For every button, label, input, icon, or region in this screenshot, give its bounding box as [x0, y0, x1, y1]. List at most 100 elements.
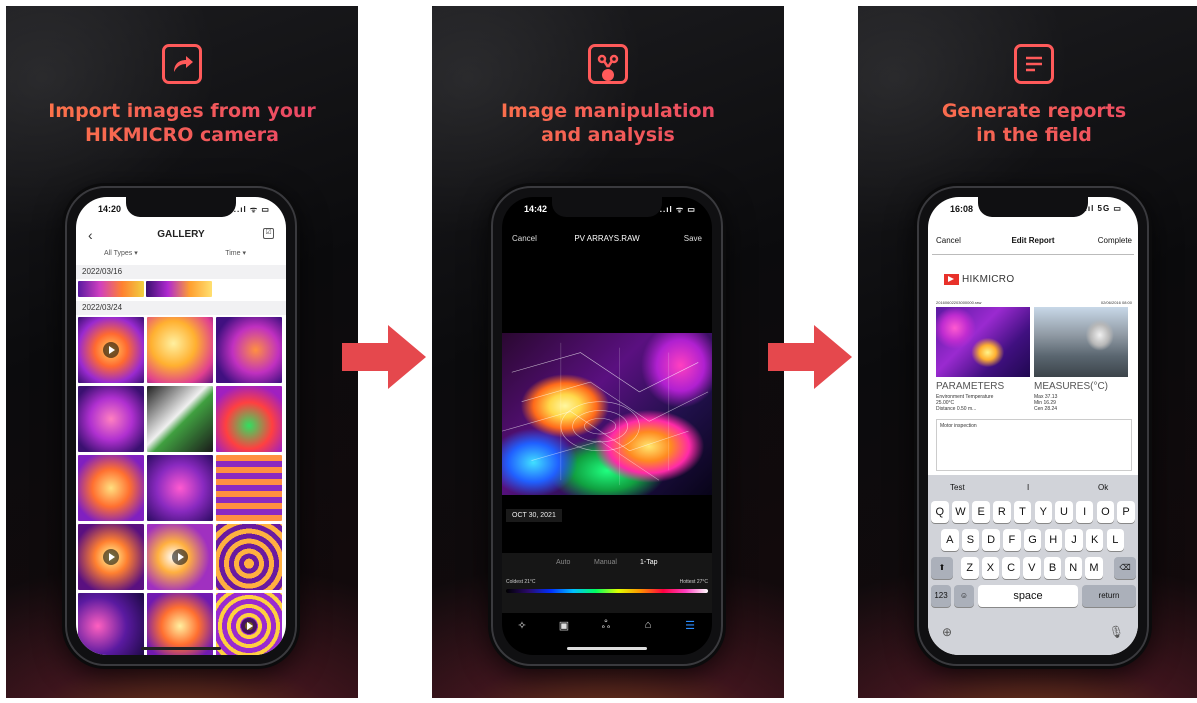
gallery-thumbnail[interactable] — [78, 524, 144, 590]
filter-time-dropdown[interactable]: Time ▾ — [225, 249, 246, 257]
analysis-screen: 14:42 ..ıl ᯤ ▭ Cancel PV ARRAYS.RAW Save… — [502, 197, 712, 655]
report-screen: 16:08 ..ıl 5G ▭ Cancel Edit Report Compl… — [928, 197, 1138, 655]
report-document-icon — [1014, 44, 1054, 84]
gallery-thumbnail[interactable] — [216, 593, 282, 655]
key-g[interactable]: G — [1023, 529, 1042, 551]
gallery-thumbnail[interactable] — [78, 593, 144, 655]
contour-lines — [502, 342, 709, 486]
key-d[interactable]: D — [982, 529, 1000, 551]
key-i[interactable]: I — [1075, 501, 1094, 523]
phone-notch — [126, 197, 236, 217]
gallery-thumbnail[interactable] — [147, 317, 213, 383]
key-b[interactable]: B — [1043, 557, 1062, 579]
phone-mockup: 14:20 ..ıl ᯤ ▭ ‹ GALLERY ☑ All Types ▾ T… — [65, 186, 297, 666]
key-o[interactable]: O — [1096, 501, 1115, 523]
keyboard-suggestions: Test I Ok — [928, 479, 1138, 497]
key-l[interactable]: L — [1106, 529, 1125, 551]
visual-image — [1034, 307, 1128, 377]
key-p[interactable]: P — [1117, 501, 1135, 523]
date-header: 2022/03/16 — [76, 265, 286, 279]
gallery-thumbnail[interactable] — [78, 317, 144, 383]
gallery-thumbnail[interactable] — [216, 455, 282, 521]
promo-panel-analysis: Image manipulation and analysis 14:42 ..… — [432, 6, 784, 698]
hottest-label: Hottest 27°C — [679, 579, 708, 585]
capture-date: OCT 30, 2021 — [506, 509, 562, 522]
gallery-thumbnail[interactable] — [78, 455, 144, 521]
home-indicator — [567, 647, 647, 650]
shift-key[interactable]: ⬆ — [931, 557, 953, 579]
gallery-thumbnail[interactable] — [216, 317, 282, 383]
divider — [932, 254, 1134, 255]
gallery-thumbnail[interactable] — [147, 593, 213, 655]
phone-notch — [978, 197, 1088, 217]
key-m[interactable]: M — [1085, 557, 1103, 579]
numbers-key[interactable]: 123 — [931, 585, 951, 607]
thermal-image — [936, 307, 1030, 377]
space-key[interactable]: space — [978, 585, 1078, 607]
delete-key[interactable]: ⌫ — [1114, 557, 1136, 579]
key-t[interactable]: T — [1013, 501, 1032, 523]
headline-line-2: and analysis — [541, 124, 675, 146]
gallery-thumbnail[interactable] — [78, 386, 144, 452]
suggestion-item[interactable]: Test — [950, 483, 965, 492]
enhance-icon[interactable]: ✧ — [512, 619, 532, 632]
key-u[interactable]: U — [1055, 501, 1073, 523]
gallery-thumbnail[interactable] — [78, 281, 144, 297]
gallery-thumbnail[interactable] — [146, 281, 212, 297]
notes-field[interactable]: Motor inspection — [936, 419, 1132, 471]
thermal-image[interactable] — [502, 333, 712, 495]
globe-icon[interactable]: ⊕ — [942, 625, 952, 639]
filter-types-dropdown[interactable]: All Types ▾ — [104, 249, 138, 257]
gallery-header: ‹ GALLERY ☑ — [76, 225, 286, 247]
arrow-right-icon — [768, 325, 852, 389]
promo-panel-import: Import images from your HIKMICRO camera … — [6, 6, 358, 698]
return-key[interactable]: return — [1082, 585, 1136, 607]
suggestion-item[interactable]: Ok — [1098, 483, 1108, 492]
key-c[interactable]: C — [1002, 557, 1020, 579]
play-icon — [241, 618, 257, 634]
emoji-key[interactable]: ☺ — [954, 585, 974, 607]
key-v[interactable]: V — [1023, 557, 1041, 579]
mode-one-tap[interactable]: 1-Tap — [640, 559, 658, 566]
distance-value: Distance 0.50 m... — [936, 406, 977, 412]
file-name: 20160602203000000.raw — [936, 300, 982, 305]
mode-auto[interactable]: Auto — [556, 559, 570, 566]
mode-manual[interactable]: Manual — [594, 559, 617, 566]
brand-logo-text: HIKMICRO — [962, 274, 1015, 285]
gallery-thumbnail[interactable] — [147, 386, 213, 452]
suggestion-item[interactable]: I — [1027, 483, 1029, 492]
key-h[interactable]: H — [1044, 529, 1062, 551]
key-q[interactable]: Q — [931, 501, 949, 523]
status-icons: ..ıl ᯤ ▭ — [233, 205, 270, 214]
microphone-icon[interactable]: 🎙 — [1109, 625, 1124, 639]
temperature-scale-slider[interactable] — [506, 589, 708, 593]
key-y[interactable]: Y — [1034, 501, 1052, 523]
key-f[interactable]: F — [1003, 529, 1021, 551]
measure-icon[interactable]: ⌂ — [638, 619, 658, 631]
layers-icon[interactable]: ▣ — [554, 619, 574, 632]
select-icon[interactable]: ☑ — [263, 228, 274, 239]
palette-icon[interactable]: ஃ — [596, 619, 616, 633]
key-x[interactable]: X — [981, 557, 1000, 579]
parameters-heading: PARAMETERS — [936, 381, 1005, 392]
key-z[interactable]: Z — [961, 557, 979, 579]
headline: Generate reports in the field — [858, 99, 1197, 147]
key-a[interactable]: A — [941, 529, 959, 551]
key-s[interactable]: S — [961, 529, 980, 551]
key-j[interactable]: J — [1065, 529, 1083, 551]
settings-sliders-icon[interactable]: ☰ — [680, 619, 700, 632]
key-e[interactable]: E — [972, 501, 990, 523]
file-date: 02/06/2016 08:00 — [1100, 300, 1132, 305]
key-w[interactable]: W — [951, 501, 970, 523]
status-time: 14:20 — [98, 204, 122, 214]
gallery-thumbnail[interactable] — [147, 524, 213, 590]
key-n[interactable]: N — [1064, 557, 1082, 579]
complete-button[interactable]: Complete — [1098, 236, 1132, 245]
gallery-thumbnail[interactable] — [216, 524, 282, 590]
save-button[interactable]: Save — [684, 234, 702, 243]
gallery-thumbnail[interactable] — [216, 386, 282, 452]
key-r[interactable]: R — [993, 501, 1011, 523]
gallery-thumbnail[interactable] — [147, 455, 213, 521]
key-k[interactable]: K — [1085, 529, 1104, 551]
phone-notch — [552, 197, 662, 217]
